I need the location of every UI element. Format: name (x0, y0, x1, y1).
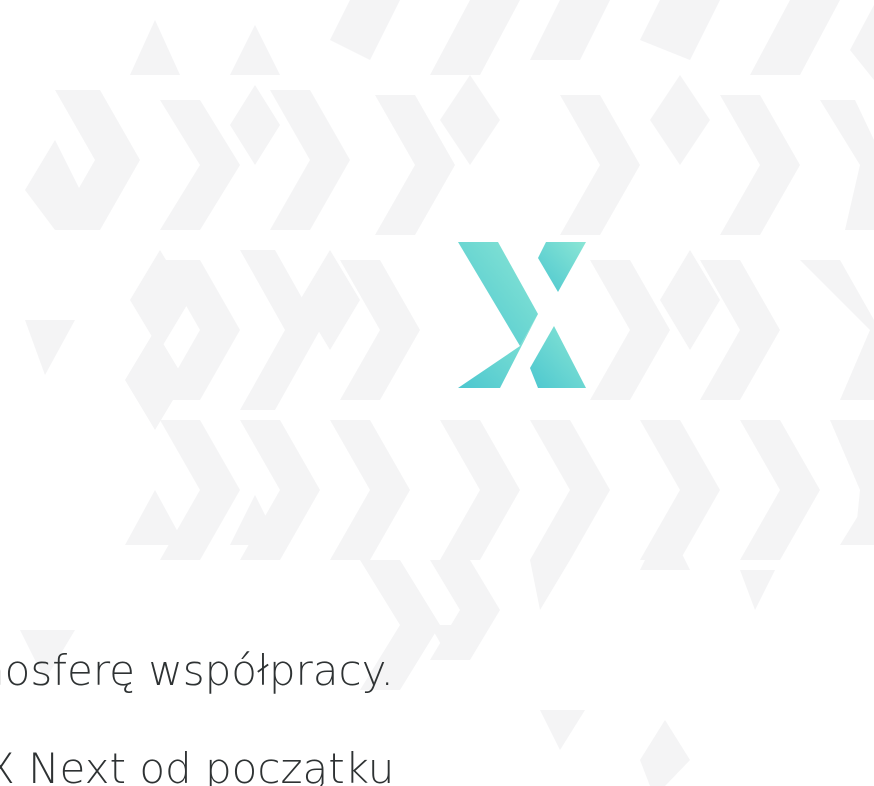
x-chevron-logo-icon (458, 242, 586, 388)
body-text-line-2: X Next od początku (0, 744, 395, 786)
page-canvas: nosferę współpracy. X Next od początku (0, 0, 874, 786)
body-text-line-1: nosferę współpracy. (0, 646, 394, 695)
